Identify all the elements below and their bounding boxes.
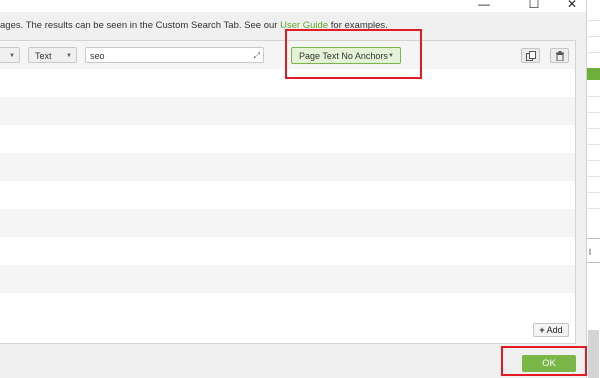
description-text-end: for examples. bbox=[328, 20, 388, 31]
search-term-value: seo bbox=[90, 51, 105, 61]
search-scope-value: Page Text No Anchors bbox=[299, 51, 388, 61]
divider bbox=[587, 208, 600, 209]
copy-icon bbox=[526, 51, 536, 61]
search-scope-select[interactable]: Page Text No Anchors ▼ bbox=[291, 47, 401, 64]
dialog-scrollbar[interactable] bbox=[576, 12, 586, 344]
background-window-strip: l bbox=[586, 0, 600, 378]
list-row bbox=[0, 209, 575, 237]
divider bbox=[587, 176, 600, 177]
list-row bbox=[0, 69, 575, 97]
dialog-title-bar: — ☐ ✕ bbox=[0, 0, 586, 12]
divider bbox=[587, 144, 600, 145]
condition-select[interactable]: ▼ bbox=[0, 47, 20, 63]
list-row bbox=[0, 293, 575, 321]
divider bbox=[587, 36, 600, 37]
list-row bbox=[0, 153, 575, 181]
delete-button[interactable] bbox=[550, 48, 569, 63]
divider bbox=[587, 96, 600, 97]
divider bbox=[587, 52, 600, 53]
divider bbox=[587, 238, 600, 239]
filter-controls: ▼ Text ▼ seo ⤢ Page Text No Anchors ▼ bbox=[0, 47, 575, 65]
expand-icon[interactable]: ⤢ bbox=[254, 48, 260, 64]
list-row bbox=[0, 265, 575, 293]
chevron-down-icon: ▼ bbox=[388, 53, 394, 59]
search-term-input[interactable]: seo ⤢ bbox=[85, 47, 264, 63]
selected-row-highlight bbox=[587, 68, 600, 80]
add-rule-button[interactable]: + Add bbox=[533, 323, 569, 337]
list-row bbox=[0, 237, 575, 265]
divider bbox=[587, 128, 600, 129]
add-rule-label: Add bbox=[546, 325, 563, 335]
partial-label: l bbox=[589, 247, 591, 257]
list-row bbox=[0, 181, 575, 209]
scrollbar-thumb[interactable] bbox=[588, 330, 599, 378]
list-row bbox=[0, 97, 575, 125]
divider bbox=[587, 262, 600, 263]
divider bbox=[587, 112, 600, 113]
dialog-description: ages. The results can be seen in the Cus… bbox=[0, 20, 388, 31]
match-type-select[interactable]: Text ▼ bbox=[28, 47, 77, 63]
search-rules-panel: ▼ Text ▼ seo ⤢ Page Text No Anchors ▼ bbox=[0, 40, 576, 344]
close-icon[interactable]: ✕ bbox=[562, 0, 582, 11]
divider bbox=[587, 160, 600, 161]
list-row bbox=[0, 125, 575, 153]
chevron-down-icon: ▼ bbox=[9, 53, 15, 59]
description-text: ages. The results can be seen in the Cus… bbox=[0, 20, 281, 31]
minimize-icon[interactable]: — bbox=[474, 0, 494, 11]
plus-icon: + bbox=[539, 325, 545, 335]
ok-button[interactable]: OK bbox=[522, 355, 576, 372]
chevron-down-icon: ▼ bbox=[66, 53, 72, 59]
divider bbox=[587, 192, 600, 193]
match-type-value: Text bbox=[35, 51, 52, 61]
trash-icon bbox=[556, 51, 564, 61]
user-guide-link[interactable]: User Guide bbox=[280, 20, 328, 31]
maximize-icon[interactable]: ☐ bbox=[524, 0, 544, 11]
duplicate-button[interactable] bbox=[521, 48, 540, 63]
divider bbox=[587, 20, 600, 21]
